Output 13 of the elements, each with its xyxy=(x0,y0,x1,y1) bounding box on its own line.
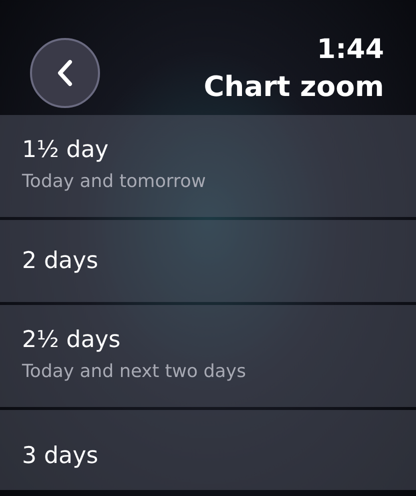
option-row[interactable]: 2½ days Today and next two days xyxy=(0,305,416,407)
back-icon xyxy=(57,59,73,87)
option-label: 3 days xyxy=(22,442,100,471)
option-row[interactable]: 1½ day Today and tomorrow xyxy=(0,115,416,217)
option-subtitle: Today and tomorrow xyxy=(22,170,207,194)
option-row[interactable]: 2 days xyxy=(0,220,416,302)
time: 1:44 xyxy=(316,33,384,67)
option-subtitle: Today and next two days xyxy=(22,360,247,384)
option-label: 2 days xyxy=(22,247,100,276)
option-label: 1½ day xyxy=(22,136,110,165)
option-row[interactable]: 3 days xyxy=(0,410,416,490)
option-label: 2½ days xyxy=(22,326,122,355)
screen-title: Chart zoom xyxy=(204,69,384,105)
